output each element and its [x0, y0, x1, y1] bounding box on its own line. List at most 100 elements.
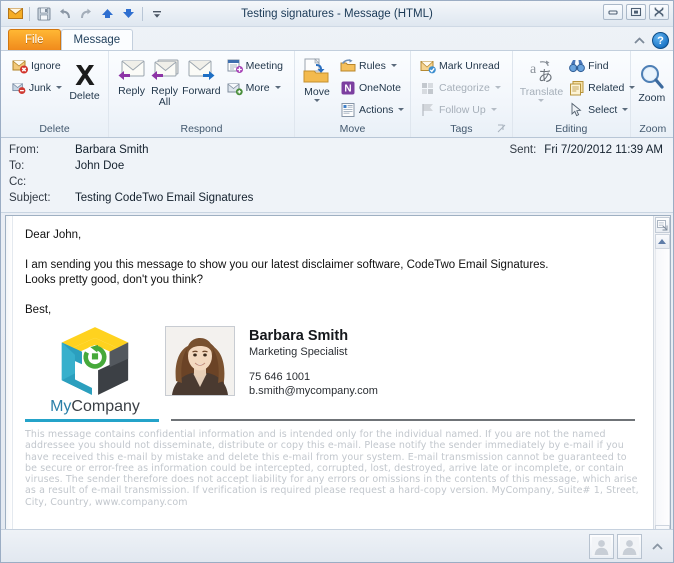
reply-icon — [118, 60, 145, 80]
signature-email[interactable]: b.smith@mycompany.com — [249, 384, 378, 398]
tab-message[interactable]: Message — [60, 29, 134, 50]
rules-button[interactable]: Rules — [337, 55, 409, 76]
message-header: From: Barbara Smith To: John Doe Cc: Sub… — [1, 138, 673, 213]
translate-button[interactable]: a あ Translate — [519, 54, 564, 103]
more-respond-caret-icon[interactable] — [274, 86, 281, 89]
from-value[interactable]: Barbara Smith — [75, 144, 149, 156]
mycompany-logo-icon — [61, 327, 129, 395]
tab-file[interactable]: File — [8, 29, 61, 50]
undo-icon[interactable] — [55, 4, 75, 23]
next-item-icon[interactable] — [118, 4, 138, 23]
svg-text:あ: あ — [538, 68, 553, 85]
redo-icon[interactable] — [76, 4, 96, 23]
message-body[interactable]: Dear John, I am sending you this message… — [13, 216, 653, 541]
reply-button[interactable]: Reply — [115, 54, 148, 98]
signature-logo-block: MyCompany — [25, 324, 165, 415]
scroll-track[interactable] — [654, 249, 670, 525]
sent-value: Fri 7/20/2012 11:39 AM — [544, 144, 663, 156]
scroll-up-arrow[interactable] — [654, 234, 670, 249]
restore-button[interactable] — [626, 4, 646, 20]
previous-item-icon[interactable] — [97, 4, 117, 23]
ignore-icon — [12, 60, 28, 73]
ribbon-group-editing: a あ Translate Find Related Select Editin… — [513, 51, 636, 137]
junk-caret-icon[interactable] — [56, 86, 62, 89]
save-icon[interactable] — [34, 4, 54, 23]
translate-icon: a あ — [530, 60, 553, 85]
actions-caret-icon[interactable] — [398, 108, 405, 111]
customize-qat-icon[interactable] — [147, 4, 167, 23]
body-vertical-scrollbar[interactable] — [653, 216, 670, 541]
header-row-to: To: John Doe — [9, 160, 665, 176]
group-label-tags: Tags — [413, 122, 510, 137]
translate-caret-icon[interactable] — [538, 99, 545, 102]
expand-people-pane-icon[interactable] — [649, 538, 665, 554]
signature-details: Barbara Smith Marketing Specialist 75 64… — [249, 324, 378, 398]
follow-up-button[interactable]: Follow Up — [417, 99, 506, 120]
move-button[interactable]: Move — [301, 54, 333, 103]
mail-envelope-icon[interactable] — [5, 4, 25, 23]
qat-separator — [29, 6, 30, 21]
email-signature: MyCompany Barbara Smith Marketing Specia… — [25, 324, 639, 415]
move-folder-icon — [303, 58, 329, 83]
zoom-button[interactable]: Zoom — [635, 54, 669, 105]
people-pane-contact-1[interactable] — [589, 533, 614, 559]
ribbon-tab-strip: File Message ? — [1, 27, 673, 50]
subject-value[interactable]: Testing CodeTwo Email Signatures — [75, 192, 253, 204]
qat-separator-2 — [142, 6, 143, 21]
title-bar: Testing signatures - Message (HTML) — [1, 1, 673, 27]
scroll-split-icon[interactable] — [654, 217, 670, 233]
categorize-caret-icon[interactable] — [494, 86, 501, 89]
zoom-magnifier-icon — [640, 65, 664, 89]
junk-icon — [12, 82, 26, 94]
follow-up-caret-icon[interactable] — [490, 108, 497, 111]
related-button[interactable]: Related — [566, 77, 640, 98]
move-caret-icon[interactable] — [314, 99, 320, 102]
reply-all-icon — [151, 59, 179, 80]
svg-text:a: a — [530, 62, 537, 77]
ignore-label: Ignore — [31, 59, 61, 72]
meeting-button[interactable]: Meeting — [224, 55, 288, 76]
onenote-button[interactable]: N OneNote — [337, 77, 409, 98]
forward-button[interactable]: Forward — [181, 54, 222, 98]
categorize-icon — [422, 82, 433, 94]
subject-label: Subject: — [9, 192, 51, 204]
delete-button[interactable]: Delete — [67, 54, 102, 103]
company-my: My — [50, 398, 72, 415]
rules-label: Rules — [359, 59, 386, 72]
signature-company-name: MyCompany — [50, 398, 140, 415]
signature-phone: 75 646 1001 — [249, 371, 311, 383]
more-respond-button[interactable]: More — [224, 77, 288, 98]
signature-contact: 75 646 1001 b.smith@mycompany.com — [249, 370, 378, 398]
people-pane-contact-2[interactable] — [617, 533, 642, 559]
outlook-message-window: Testing signatures - Message (HTML) File… — [0, 0, 674, 563]
categorize-button[interactable]: Categorize — [417, 77, 506, 98]
select-button[interactable]: Select — [566, 99, 640, 120]
translate-label: Translate — [519, 86, 564, 98]
zoom-label: Zoom — [638, 92, 666, 104]
body-greeting: Dear John, — [25, 229, 82, 241]
to-value[interactable]: John Doe — [75, 160, 124, 172]
select-caret-icon[interactable] — [622, 108, 629, 111]
group-label-tags-text: Tags — [450, 123, 473, 135]
junk-button[interactable]: Junk — [9, 77, 67, 98]
group-label-move: Move — [339, 123, 366, 135]
header-row-subject: Subject: Testing CodeTwo Email Signature… — [9, 192, 665, 208]
rules-caret-icon[interactable] — [390, 64, 397, 67]
ignore-button[interactable]: Ignore — [9, 55, 67, 76]
mark-unread-button[interactable]: Mark Unread — [417, 55, 506, 76]
collapse-ribbon-icon[interactable] — [631, 33, 647, 49]
from-label: From: — [9, 144, 40, 156]
find-button[interactable]: Find — [566, 55, 640, 76]
minimize-button[interactable] — [603, 4, 623, 20]
close-button[interactable] — [649, 4, 669, 20]
signature-divider — [25, 416, 639, 424]
related-icon — [570, 80, 584, 95]
mark-unread-icon — [420, 60, 436, 73]
tags-dialog-launcher-icon[interactable] — [497, 124, 506, 133]
actions-button[interactable]: Actions — [337, 99, 409, 120]
reply-all-button[interactable]: Reply All — [148, 54, 181, 109]
signature-role: Marketing Specialist — [249, 346, 348, 358]
onenote-icon: N — [341, 81, 355, 94]
forward-icon — [188, 60, 215, 80]
help-button[interactable]: ? — [652, 32, 669, 49]
